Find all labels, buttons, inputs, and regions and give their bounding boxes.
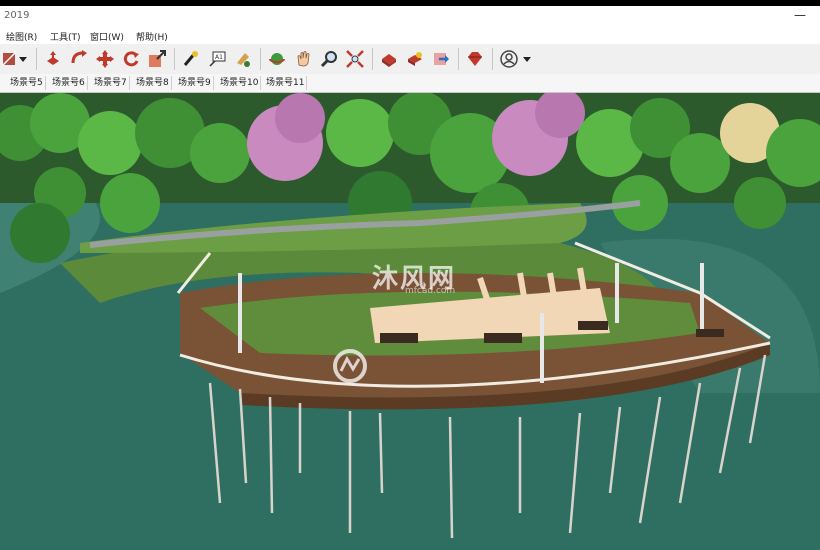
scene-tab-9[interactable]: 场景号9 [176, 76, 214, 90]
scene-tab-7[interactable]: 场景号7 [92, 76, 130, 90]
menu-tools[interactable]: 工具(T) [50, 30, 81, 43]
orbit-icon[interactable] [266, 48, 288, 70]
3d-viewport[interactable]: 沐风网 mfcad.com [0, 93, 820, 550]
title-bar: 2019 — [0, 6, 820, 28]
scale-icon[interactable] [146, 48, 168, 70]
toolbar: A1 [0, 44, 820, 75]
park-scene-render [0, 93, 820, 550]
scene-tab-6[interactable]: 场景号6 [50, 76, 88, 90]
scene-tab-11[interactable]: 场景号11 [264, 76, 308, 90]
account-icon[interactable] [498, 48, 520, 70]
window-title: 2019 [4, 10, 30, 21]
rotate-icon[interactable] [120, 48, 142, 70]
scene-tab-10[interactable]: 场景号10 [218, 76, 262, 90]
minimize-button[interactable]: — [792, 8, 808, 24]
watermark-logo-icon [333, 349, 367, 383]
account-dropdown-icon[interactable] [520, 48, 534, 70]
toolbar-separator [174, 48, 175, 70]
watermark-subtext: mfcad.com [405, 286, 456, 296]
toolbar-separator [260, 48, 261, 70]
toolbar-separator [492, 48, 493, 70]
toolbar-separator [458, 48, 459, 70]
pan-icon[interactable] [292, 48, 314, 70]
follow-me-icon[interactable] [68, 48, 90, 70]
scene-tab-5[interactable]: 场景号5 [8, 76, 46, 90]
push-pull-icon[interactable] [42, 48, 64, 70]
dropdown-arrow-icon[interactable] [16, 48, 30, 70]
menu-help[interactable]: 帮助(H) [136, 30, 168, 43]
warehouse-icon[interactable] [378, 48, 400, 70]
extension-icon[interactable] [404, 48, 426, 70]
scene-tabs: 场景号5 场景号6 场景号7 场景号8 场景号9 场景号10 场景号11 [0, 74, 820, 93]
move-icon[interactable] [94, 48, 116, 70]
zoom-extents-icon[interactable] [344, 48, 366, 70]
menu-draw[interactable]: 绘图(R) [6, 30, 37, 43]
menu-bar: 绘图(R) 工具(T) 窗口(W) 帮助(H) [0, 28, 820, 44]
toolbar-separator [36, 48, 37, 70]
share-model-icon[interactable] [430, 48, 452, 70]
text-label-icon[interactable]: A1 [206, 48, 228, 70]
scene-tab-8[interactable]: 场景号8 [134, 76, 172, 90]
tape-measure-icon[interactable] [180, 48, 202, 70]
menu-window[interactable]: 窗口(W) [90, 30, 124, 43]
paint-tool-icon[interactable] [232, 48, 254, 70]
ruby-icon[interactable] [464, 48, 486, 70]
toolbar-separator [372, 48, 373, 70]
svg-text:A1: A1 [215, 54, 223, 61]
zoom-icon[interactable] [318, 48, 340, 70]
